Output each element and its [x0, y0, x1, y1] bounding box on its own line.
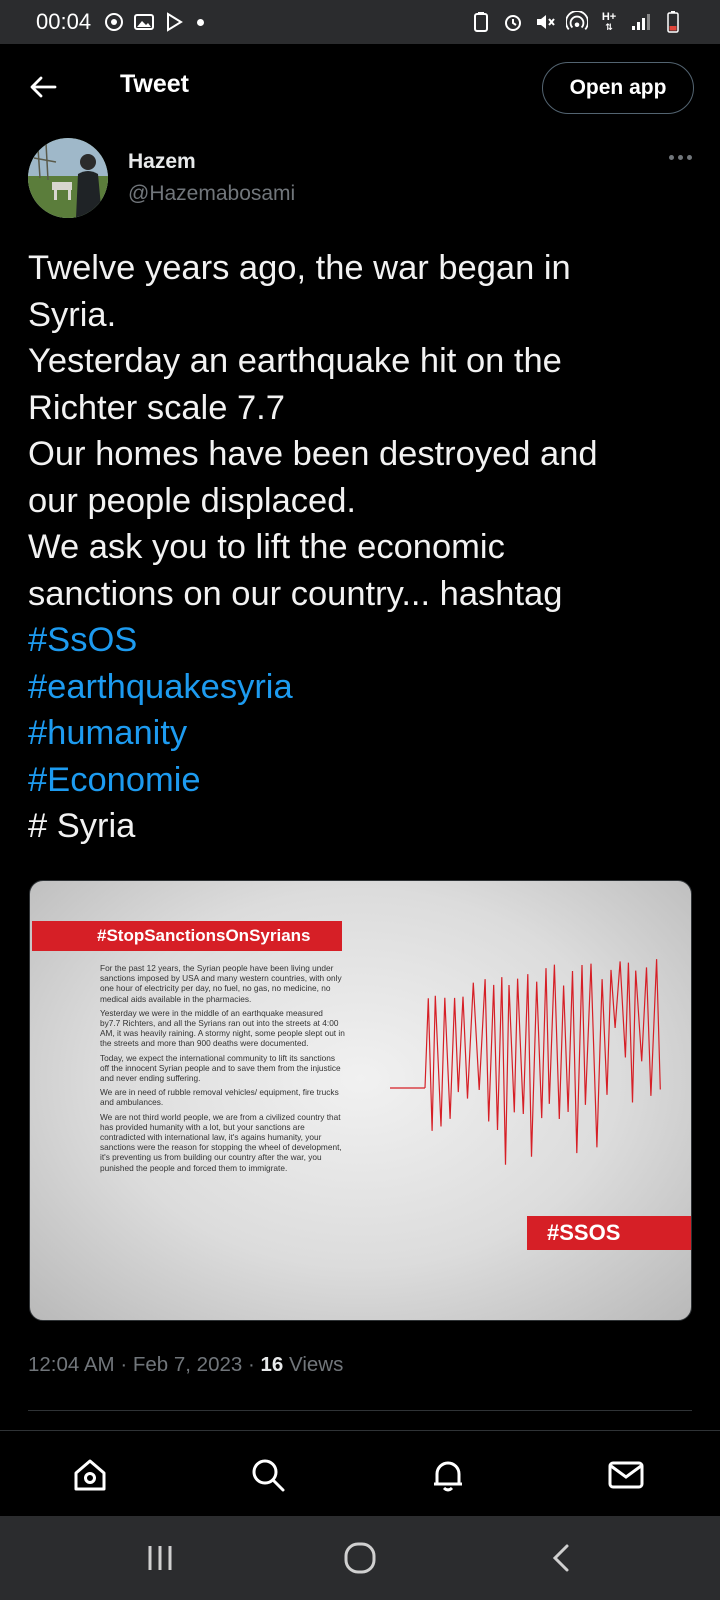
- home-icon[interactable]: [70, 1455, 110, 1495]
- hashtag-link[interactable]: #humanity: [28, 710, 692, 757]
- author-name[interactable]: Hazem: [128, 150, 196, 174]
- ssos-badge: #SSOS: [527, 1216, 691, 1250]
- battery-saver-icon: [470, 11, 492, 33]
- tweet-text-line: Twelve years ago, the war began in: [28, 249, 571, 287]
- media-paragraph: For the past 12 years, the Syrian people…: [100, 963, 342, 1004]
- bottom-nav: [0, 1430, 720, 1516]
- network-type-icon: H+ ⇅: [601, 11, 617, 33]
- status-bar: 00:04 H+ ⇅: [0, 0, 720, 44]
- tweet-text-line: our people displaced.: [28, 481, 356, 520]
- views-label: Views: [289, 1353, 344, 1376]
- search-icon[interactable]: [248, 1455, 288, 1495]
- avatar[interactable]: [28, 138, 108, 218]
- media-banner: #StopSanctionsOnSyrians: [32, 921, 342, 951]
- tweet-text-line: Richter scale 7.7: [28, 388, 285, 427]
- notifications-icon[interactable]: [428, 1455, 468, 1495]
- tweet-date[interactable]: Feb 7, 2023: [133, 1353, 242, 1376]
- author-handle[interactable]: @Hazemabosami: [128, 182, 295, 206]
- divider: [28, 1410, 692, 1411]
- tweet-text-line: We ask you to lift the economic: [28, 528, 505, 566]
- gallery-icon: [133, 11, 155, 33]
- sync-icon: [103, 11, 125, 33]
- tweet-text-line: sanctions on our country... hashtag: [28, 574, 563, 613]
- back-arrow-icon[interactable]: [28, 72, 58, 102]
- more-options-icon[interactable]: [664, 150, 692, 164]
- hotspot-icon: [566, 11, 588, 33]
- battery-icon: [662, 11, 684, 33]
- back-icon[interactable]: [542, 1538, 582, 1578]
- views-count: 16: [260, 1353, 284, 1376]
- tweet-text-line: Syria.: [28, 295, 117, 334]
- system-nav-bar: [0, 1516, 720, 1600]
- media-paragraph: Today, we expect the international commu…: [100, 1052, 341, 1084]
- recents-icon[interactable]: [140, 1538, 180, 1578]
- hashtag-link[interactable]: #Economie: [28, 757, 692, 804]
- tweet-media-image[interactable]: #StopSanctionsOnSyrians For the past 12 …: [29, 880, 692, 1321]
- media-paragraph: We are not third world people, we are fr…: [100, 1111, 342, 1173]
- media-body-text: For the past 12 years, the Syrian people…: [100, 963, 345, 1177]
- media-paragraph: Yesterday we were in the middle of an ea…: [100, 1007, 345, 1049]
- signal-icon: [630, 11, 652, 33]
- hashtag-link[interactable]: #SsOS: [28, 617, 692, 664]
- tweet-text: Twelve years ago, the war began in Syria.…: [28, 245, 692, 850]
- tweet-text-line: Our homes have been destroyed and: [28, 435, 598, 473]
- tweet-meta: 12:04 AM · Feb 7, 2023 · 16 Views: [28, 1353, 344, 1376]
- messages-icon[interactable]: [606, 1455, 646, 1495]
- media-paragraph: We are in need of rubble removal vehicle…: [100, 1087, 339, 1108]
- tweet-author: Hazem @Hazemabosami: [28, 138, 692, 224]
- mute-icon: [534, 11, 556, 33]
- open-app-button[interactable]: Open app: [542, 62, 694, 114]
- hashtag-link[interactable]: #earthquakesyria: [28, 664, 692, 711]
- alarm-icon: [502, 11, 524, 33]
- status-time: 00:04: [36, 9, 92, 34]
- tweet-time: 12:04 AM: [28, 1353, 115, 1376]
- play-store-icon: [163, 11, 185, 33]
- tweet-text-line: # Syria: [28, 807, 136, 845]
- tweet-header: Tweet Open app: [0, 44, 720, 130]
- notification-dot: [197, 18, 205, 26]
- home-icon[interactable]: [340, 1538, 380, 1578]
- syria-map-graphic: [390, 959, 661, 1165]
- page-title: Tweet: [120, 70, 189, 98]
- tweet-text-line: Yesterday an earthquake hit on the: [28, 342, 562, 380]
